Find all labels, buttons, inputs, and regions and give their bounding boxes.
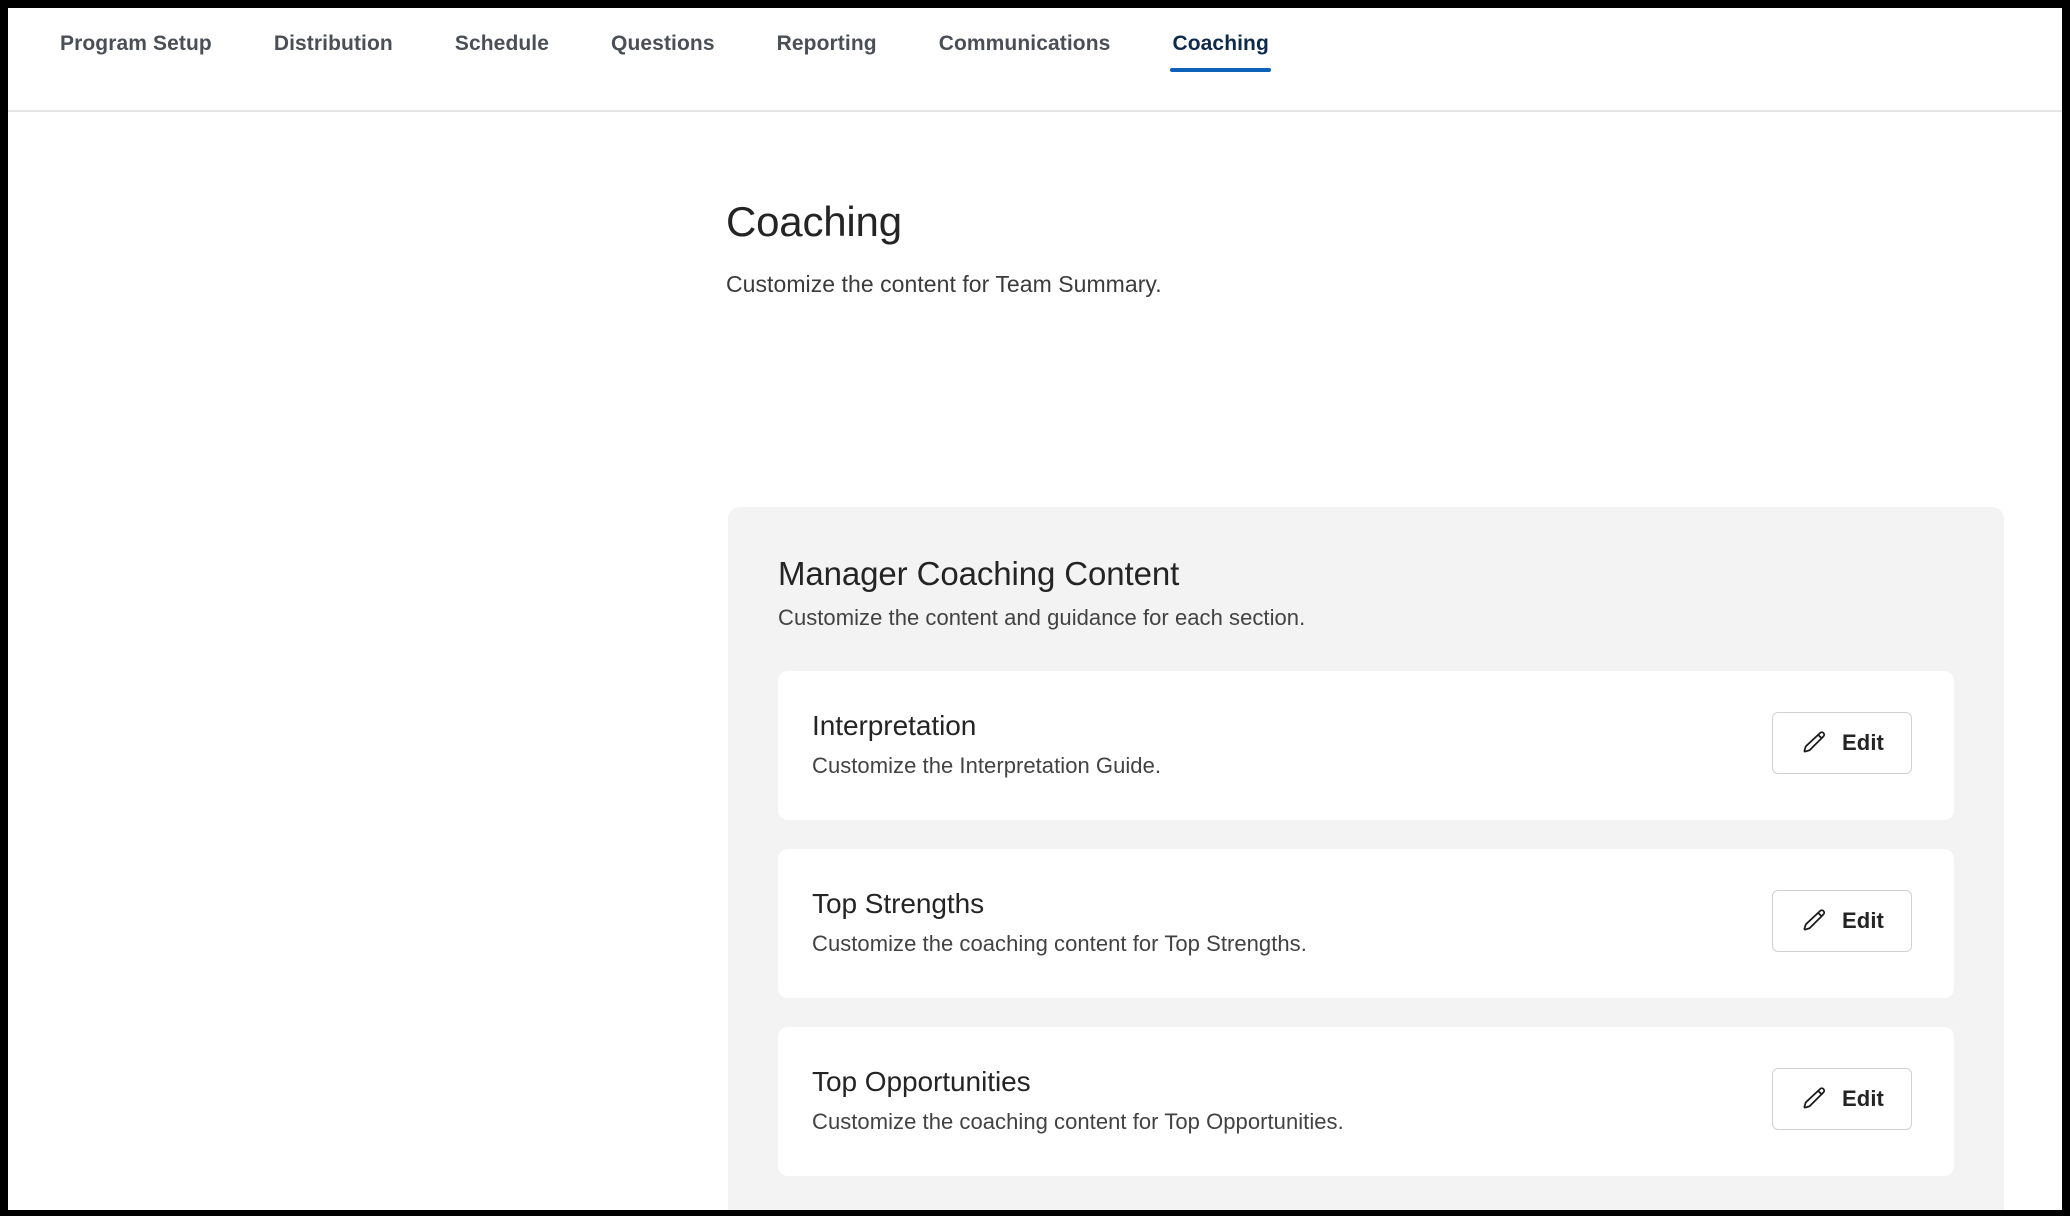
tab-label: Distribution xyxy=(273,32,393,55)
active-tab-indicator xyxy=(1170,68,1271,72)
tab-questions[interactable]: Questions xyxy=(589,8,737,80)
pencil-icon xyxy=(1800,1085,1828,1113)
edit-button-top-opportunities[interactable]: Edit xyxy=(1772,1068,1912,1131)
tab-distribution[interactable]: Distribution xyxy=(252,8,415,80)
page-header: Coaching Customize the content for Team … xyxy=(726,112,2006,298)
tab-label: Questions xyxy=(611,32,715,55)
tab-list: Program Setup Distribution Schedule Questio… xyxy=(8,8,2062,110)
tab-program-setup[interactable]: Program Setup xyxy=(38,8,234,80)
coaching-section-text: Interpretation Customize the Interpretati… xyxy=(812,708,1161,779)
coaching-section-card-interpretation: Interpretation Customize the Interpretati… xyxy=(778,670,1954,820)
edit-button-label: Edit xyxy=(1842,1086,1884,1112)
edit-button-top-strengths[interactable]: Edit xyxy=(1772,890,1912,953)
coaching-section-list: Interpretation Customize the Interpretati… xyxy=(778,670,1954,1176)
tab-label: Reporting xyxy=(776,32,877,55)
coaching-section-title: Interpretation xyxy=(812,709,977,741)
page-content: Coaching Customize the content for Team … xyxy=(8,112,2062,1210)
edit-button-label: Edit xyxy=(1842,908,1884,934)
tab-label: Communications xyxy=(938,32,1111,55)
tab-reporting[interactable]: Reporting xyxy=(755,8,899,80)
coaching-section-description: Customize the coaching content for Top S… xyxy=(812,930,1307,956)
tab-label: Program Setup xyxy=(60,32,212,55)
edit-button-interpretation[interactable]: Edit xyxy=(1772,712,1912,775)
manager-coaching-content-panel: Manager Coaching Content Customize the c… xyxy=(728,507,2004,1210)
coaching-section-text: Top Opportunities Customize the coaching … xyxy=(812,1064,1344,1135)
screenshot-frame: Program Setup Distribution Schedule Questio… xyxy=(0,0,2070,1216)
page-subtitle: Customize the content for Team Summary. xyxy=(726,271,1162,298)
panel-title: Manager Coaching Content xyxy=(778,555,1180,592)
app-viewport: Program Setup Distribution Schedule Questio… xyxy=(8,8,2062,1210)
tab-coaching[interactable]: Coaching xyxy=(1150,8,1290,80)
tab-label: Schedule xyxy=(454,32,550,55)
coaching-section-title: Top Strengths xyxy=(812,887,985,919)
pencil-icon xyxy=(1800,729,1828,757)
coaching-section-card-top-strengths: Top Strengths Customize the coaching cont… xyxy=(778,848,1954,998)
edit-button-label: Edit xyxy=(1842,730,1884,756)
coaching-section-description: Customize the coaching content for Top O… xyxy=(812,1108,1344,1134)
pencil-icon xyxy=(1800,907,1828,935)
primary-tab-bar: Program Setup Distribution Schedule Questio… xyxy=(8,8,2062,112)
coaching-section-description: Customize the Interpretation Guide. xyxy=(812,752,1162,778)
coaching-section-card-top-opportunities: Top Opportunities Customize the coaching … xyxy=(778,1026,1954,1176)
coaching-section-text: Top Strengths Customize the coaching cont… xyxy=(812,886,1307,957)
coaching-section-title: Top Opportunities xyxy=(812,1065,1031,1097)
tab-label: Coaching xyxy=(1172,32,1269,55)
panel-subtitle: Customize the content and guidance for e… xyxy=(778,604,1306,630)
tab-schedule[interactable]: Schedule xyxy=(433,8,571,80)
page-title: Coaching xyxy=(726,198,902,245)
tab-communications[interactable]: Communications xyxy=(917,8,1133,80)
